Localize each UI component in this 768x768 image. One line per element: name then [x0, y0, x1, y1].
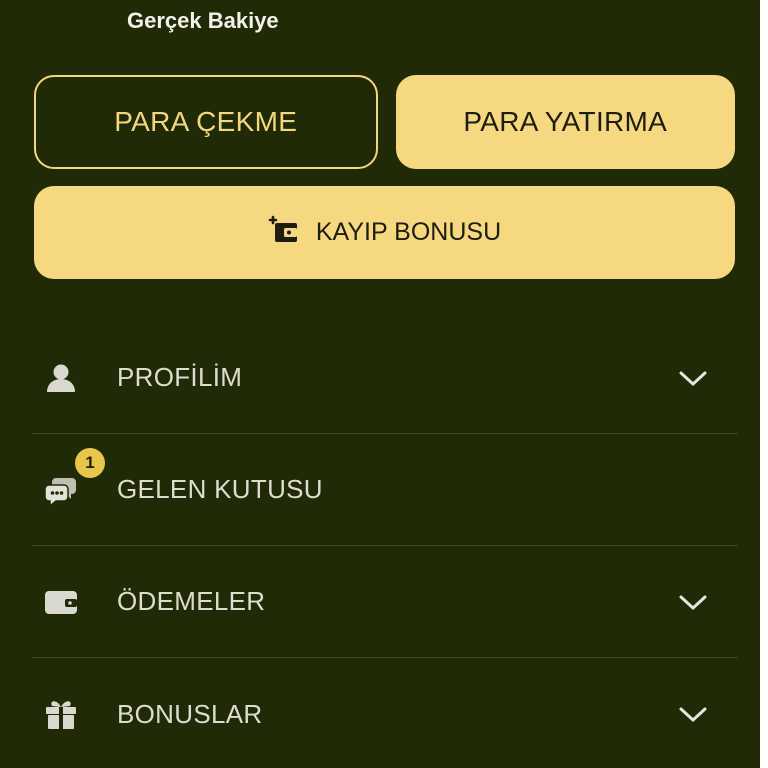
- gift-icon: [44, 697, 78, 731]
- withdraw-button[interactable]: PARA ÇEKME: [34, 75, 378, 169]
- loss-bonus-label: KAYIP BONUSU: [315, 218, 502, 246]
- balance-label: Gerçek Bakiye: [127, 8, 279, 33]
- loss-bonus-button[interactable]: KAYIP BONUSU: [34, 186, 735, 279]
- menu-item-label: BONUSLAR: [117, 698, 263, 729]
- chevron-down-icon[interactable]: [678, 699, 708, 729]
- menu-item-inbox[interactable]: 1 GELEN KUTUSU: [32, 434, 738, 546]
- wallet-icon: [44, 585, 78, 619]
- chat-bubbles-icon: [44, 473, 78, 507]
- menu-item-profile[interactable]: PROFİLİM: [32, 322, 738, 434]
- account-menu: PROFİLİM 1 GELEN KUTUSU ÖDEMELER BONUSLA…: [32, 322, 738, 768]
- deposit-button[interactable]: PARA YATIRMA: [395, 75, 735, 169]
- menu-item-label: PROFİLİM: [117, 362, 243, 392]
- chevron-down-icon[interactable]: [678, 587, 708, 617]
- window-edge: [760, 0, 768, 768]
- menu-item-label: GELEN KUTUSU: [117, 474, 323, 504]
- inbox-count-badge: 1: [75, 448, 105, 478]
- menu-item-payments[interactable]: ÖDEMELER: [32, 546, 738, 658]
- user-icon: [44, 361, 78, 395]
- wallet-plus-icon: [268, 213, 300, 252]
- primary-actions: PARA ÇEKME PARA YATIRMA: [34, 75, 735, 169]
- menu-item-bonuses[interactable]: BONUSLAR: [32, 658, 738, 768]
- menu-item-label: ÖDEMELER: [117, 586, 266, 616]
- chevron-down-icon[interactable]: [678, 363, 708, 393]
